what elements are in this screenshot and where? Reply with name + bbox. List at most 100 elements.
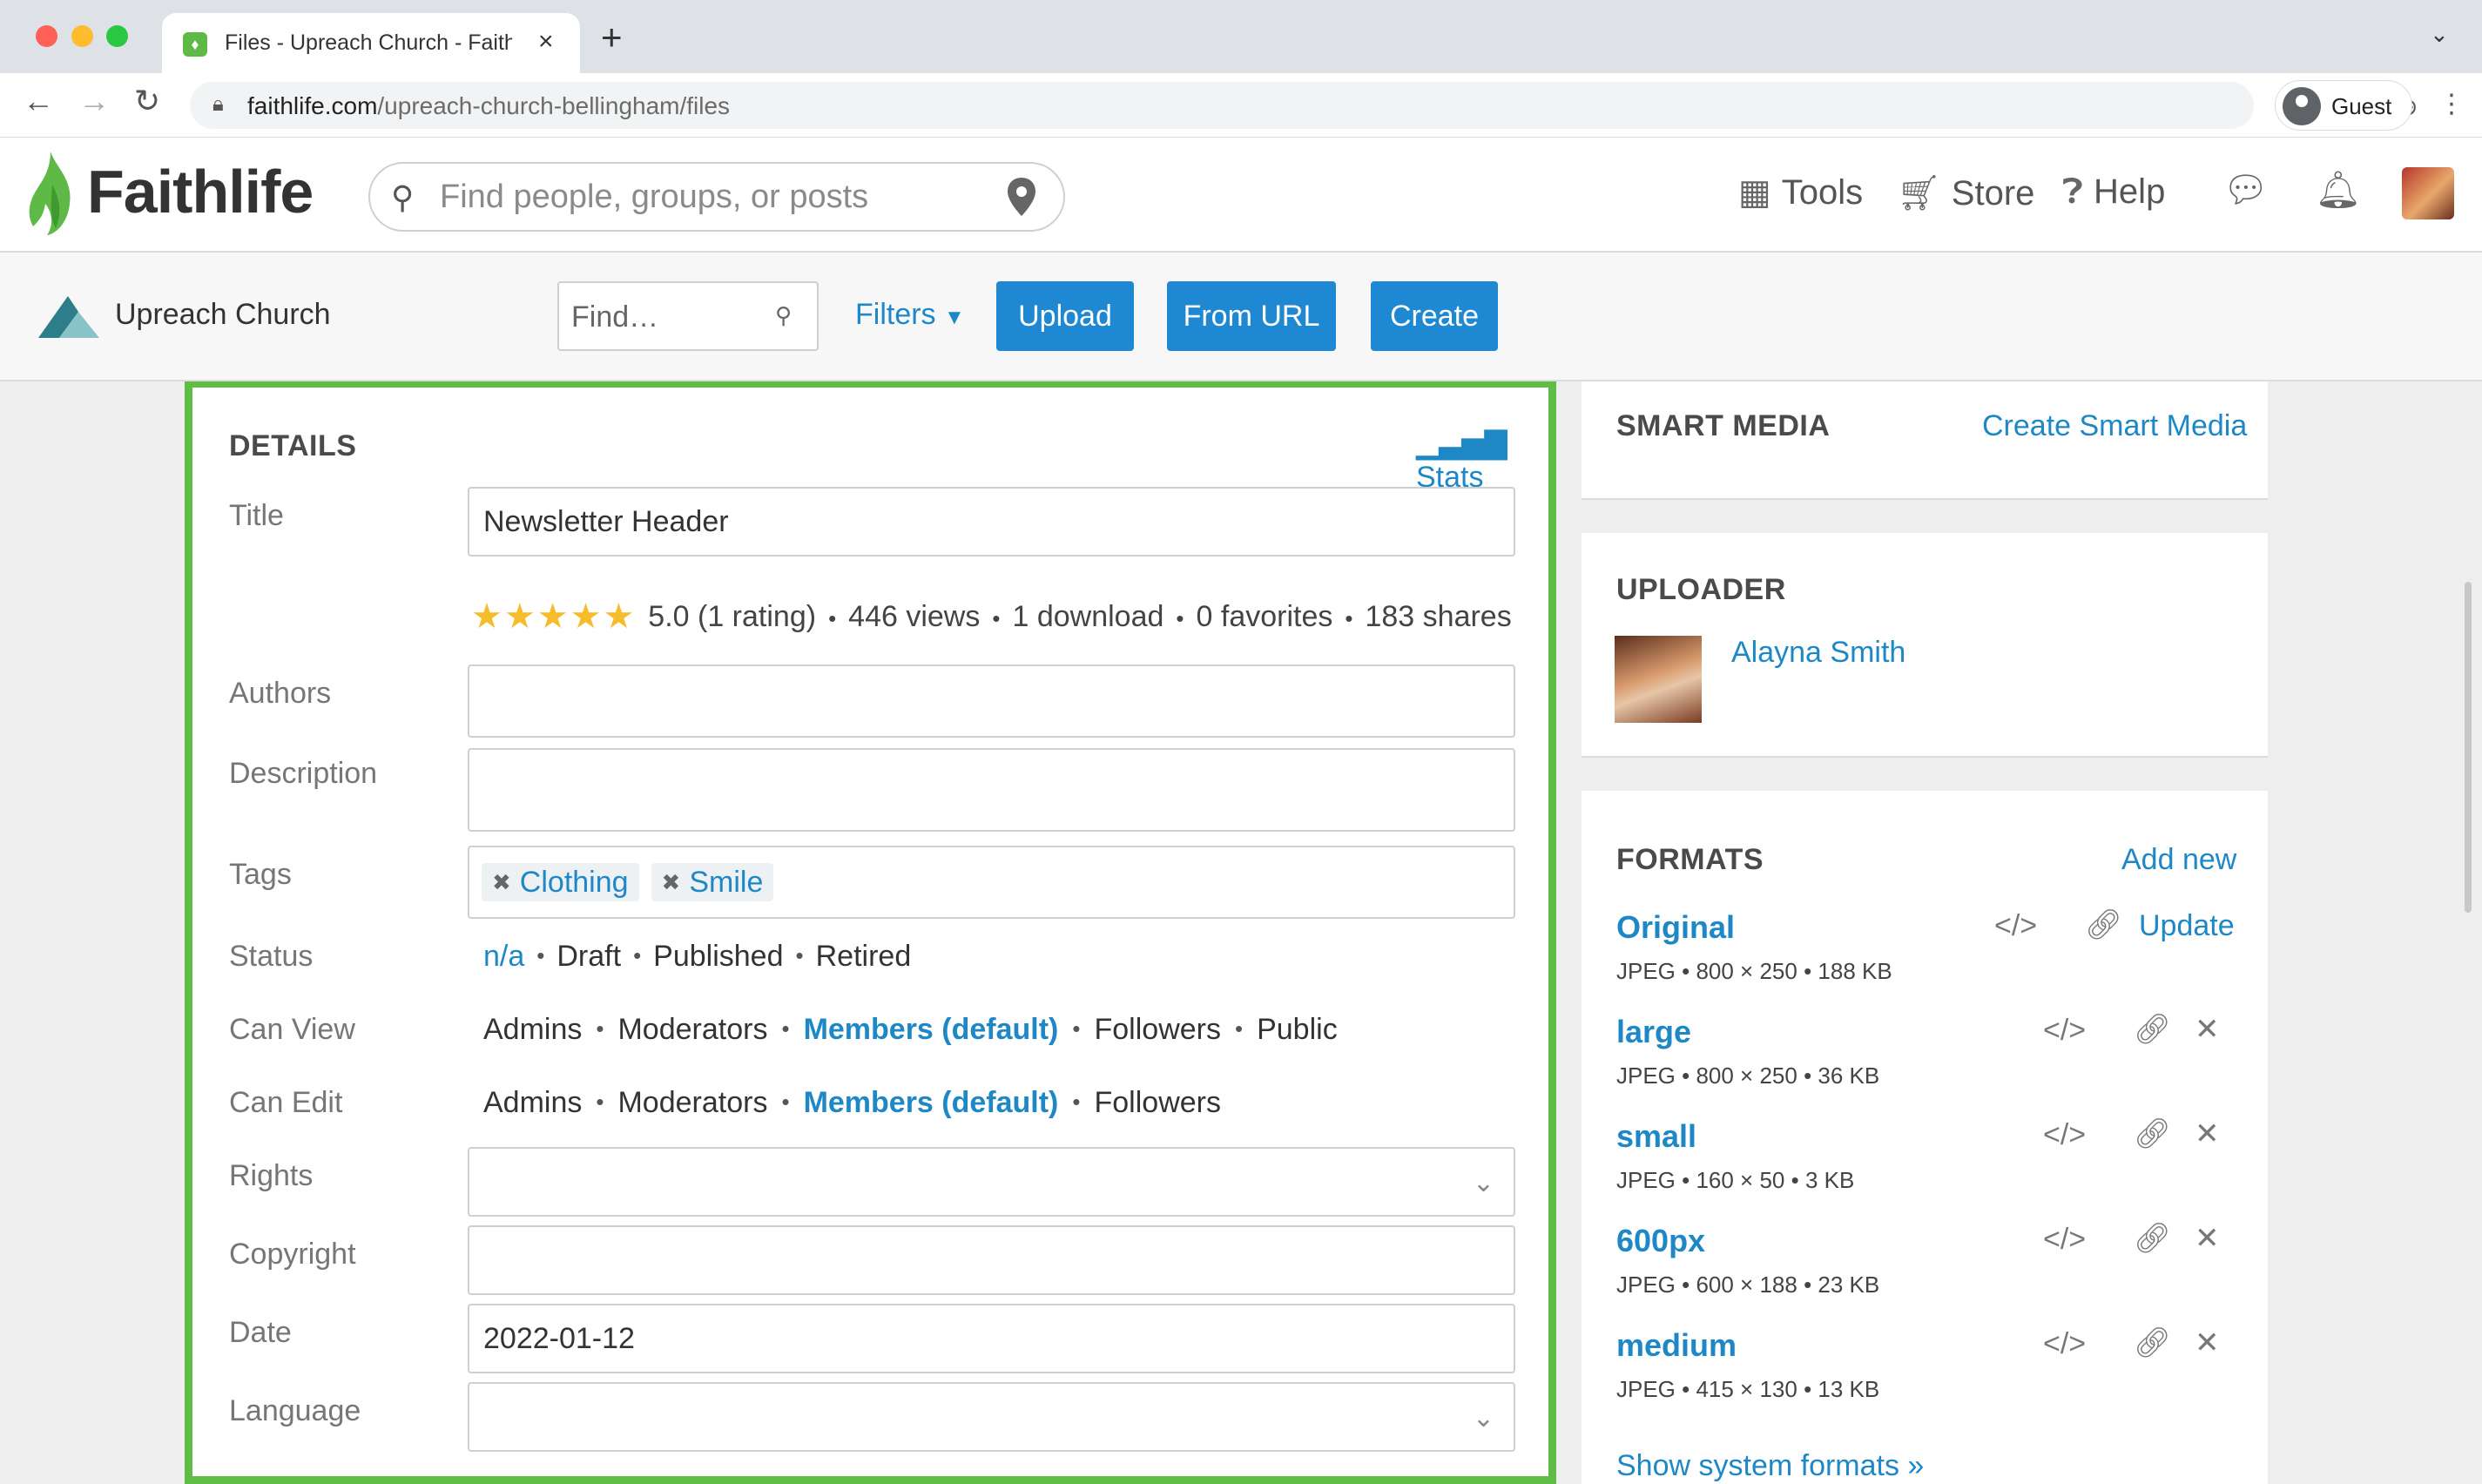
uploader-avatar[interactable] [1615,636,1702,723]
delete-format-icon[interactable]: ✕ [2195,1325,2220,1360]
chevron-down-icon: ⌄ [1472,1404,1494,1433]
authors-input[interactable] [468,664,1515,738]
rights-select[interactable]: ⌄ [468,1147,1515,1217]
show-system-formats-link[interactable]: Show system formats » [1616,1449,1924,1483]
language-select[interactable]: ⌄ [468,1382,1515,1452]
label-date: Date [229,1316,292,1349]
view-option-moderators[interactable]: Moderators [617,1013,767,1046]
files-find-input[interactable] [571,299,763,335]
date-input[interactable]: 2022-01-12 [468,1304,1515,1373]
tag-chip[interactable]: ✖ Smile [651,863,774,901]
embed-code-icon[interactable]: </> [2043,1327,2086,1361]
view-option-followers[interactable]: Followers [1095,1013,1221,1046]
tags-input[interactable]: ✖ Clothing ✖ Smile [468,846,1515,919]
upload-button[interactable]: Upload [996,281,1134,351]
edit-option-followers[interactable]: Followers [1095,1086,1221,1119]
files-find-box[interactable]: ⚲ [557,281,819,351]
rating-stars[interactable]: ★★★★★ [471,597,636,636]
embed-code-icon[interactable]: </> [2043,1014,2086,1048]
update-format-link[interactable]: Update [2139,909,2235,943]
status-option-retired[interactable]: Retired [816,940,912,973]
label-can-edit: Can Edit [229,1086,343,1119]
format-name-medium[interactable]: medium [1616,1327,1737,1364]
view-option-public[interactable]: Public [1257,1013,1338,1046]
view-option-admins[interactable]: Admins [483,1013,582,1046]
user-avatar[interactable] [2402,167,2454,219]
delete-format-icon[interactable]: ✕ [2195,1221,2220,1256]
link-icon[interactable]: 🔗︎ [2134,1116,2171,1151]
delete-format-icon[interactable]: ✕ [2195,1116,2220,1151]
format-meta: JPEG • 800 × 250 • 36 KB [1616,1062,1880,1089]
date-value: 2022-01-12 [483,1321,635,1355]
stats-link[interactable]: ▁▃▅▇Stats [1416,426,1548,495]
window-minimize-button[interactable] [71,25,93,47]
uploader-name-link[interactable]: Alayna Smith [1731,636,1905,670]
add-new-format-link[interactable]: Add new [2121,843,2236,877]
embed-code-icon[interactable]: </> [2043,1118,2086,1152]
site-search-input[interactable] [440,176,980,218]
group-name[interactable]: Upreach Church [115,298,331,332]
title-input[interactable]: Newsletter Header [468,487,1515,556]
link-icon[interactable]: 🔗︎ [2134,1221,2171,1256]
delete-format-icon[interactable]: ✕ [2195,1012,2220,1047]
search-icon: ⚲ [775,302,792,328]
create-smart-media-link[interactable]: Create Smart Media [1982,409,2247,443]
edit-option-moderators[interactable]: Moderators [617,1086,767,1119]
nav-store[interactable]: 🛒︎ Store [1897,172,2034,213]
format-name-600px[interactable]: 600px [1616,1223,1705,1259]
format-meta: JPEG • 600 × 188 • 23 KB [1616,1272,1880,1298]
edit-option-admins[interactable]: Admins [483,1086,582,1119]
site-search[interactable]: ⚲ [368,162,1065,232]
link-icon[interactable]: 🔗︎ [2134,1325,2171,1360]
from-url-button[interactable]: From URL [1167,281,1336,351]
profile-name: Guest [2331,93,2392,119]
tab-close-icon[interactable]: × [538,27,554,57]
group-logo-icon[interactable] [38,294,99,338]
create-button[interactable]: Create [1371,281,1498,351]
copyright-input[interactable] [468,1225,1515,1295]
location-pin-icon[interactable] [1004,176,1039,218]
window-close-button[interactable] [36,25,57,47]
notifications-bell-icon[interactable]: 🔔︎ [2315,169,2361,212]
status-option-draft[interactable]: Draft [556,940,621,973]
uploader-card: UPLOADER Alayna Smith [1582,533,2268,758]
url-text: faithlife.com/upreach-church-bellingham/… [247,92,731,119]
forward-arrow-icon[interactable]: → [78,85,110,117]
remove-tag-icon[interactable]: ✖ [662,869,681,895]
embed-code-icon[interactable]: </> [2043,1223,2086,1257]
tag-chip[interactable]: ✖ Clothing [482,863,639,901]
status-options: n/a • Draft • Published • Retired [483,940,912,973]
link-icon[interactable]: 🔗︎ [2134,1012,2171,1047]
label-language: Language [229,1394,361,1427]
remove-tag-icon[interactable]: ✖ [492,869,511,895]
faithlife-logo[interactable]: Faithlife [87,157,314,226]
view-option-members[interactable]: Members (default) [804,1013,1059,1046]
site-header: Faithlife ⚲ ▦Tools 🛒︎Store ❓︎Help 💬︎ 🔔︎ [0,138,2482,253]
tab-search-chevron-icon[interactable]: ⌄ [2430,21,2449,48]
format-name-small[interactable]: small [1616,1118,1696,1155]
browser-tab-active[interactable]: ♦ Files - Upreach Church - Faithlife × [162,13,580,73]
nav-tools[interactable]: ▦ Tools [1738,172,1863,212]
browser-menu-icon[interactable]: ⋮ [2438,89,2465,119]
page-scrollbar[interactable] [2465,582,2472,913]
status-option-na[interactable]: n/a [483,940,524,973]
embed-code-icon[interactable]: </> [1994,909,2037,943]
faithlife-flame-icon[interactable] [24,150,77,237]
window-maximize-button[interactable] [106,25,128,47]
reload-icon[interactable]: ↻ [134,85,160,117]
description-textarea[interactable] [468,748,1515,832]
edit-option-members[interactable]: Members (default) [804,1086,1059,1119]
back-arrow-icon[interactable]: ← [23,85,54,117]
label-authors: Authors [229,677,332,710]
chat-bubbles-icon[interactable]: 💬︎ [2222,169,2269,212]
profile-button[interactable]: Guest [2275,80,2412,131]
status-option-published[interactable]: Published [653,940,783,973]
nav-help[interactable]: ❓︎ Help [2062,172,2165,212]
url-field[interactable]: 🔒︎ faithlife.com/upreach-church-bellingh… [190,82,2418,129]
format-name-original[interactable]: Original [1616,909,1735,946]
chevron-down-icon: ⌄ [1472,1169,1494,1197]
new-tab-icon[interactable]: + [601,19,623,56]
filters-dropdown[interactable]: Filters ▼ [855,298,965,332]
format-name-large[interactable]: large [1616,1014,1691,1050]
link-icon[interactable]: 🔗︎ [2085,907,2122,942]
